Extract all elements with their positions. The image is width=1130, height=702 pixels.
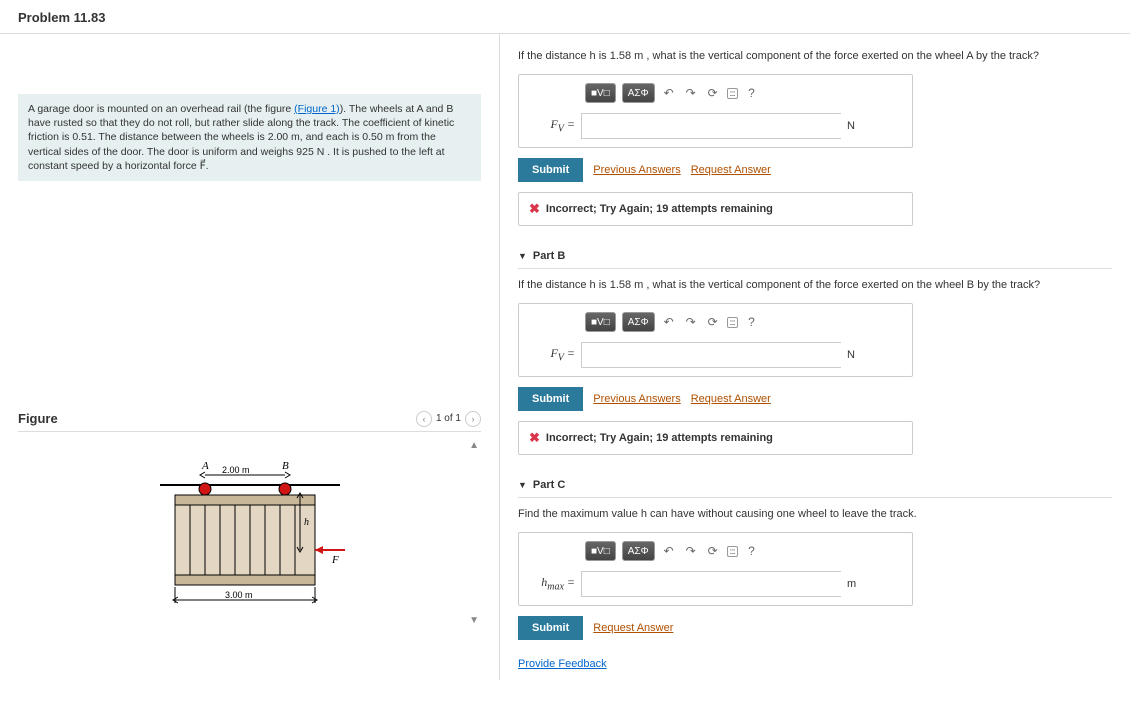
partA-question: If the distance h is 1.58 m , what is th…	[518, 50, 1112, 62]
reset-icon[interactable]: ⟳	[705, 85, 721, 101]
incorrect-icon: ✖	[529, 201, 540, 217]
help-icon[interactable]: ?	[744, 543, 760, 559]
incorrect-icon: ✖	[529, 430, 540, 446]
keyboard-icon[interactable]: ::::	[727, 317, 738, 328]
svg-text:F: F	[331, 554, 339, 566]
partA-unit: N	[847, 120, 865, 132]
provide-feedback-link[interactable]: Provide Feedback	[518, 658, 607, 670]
caret-down-icon: ▼	[518, 480, 527, 490]
partB-answer-box: ■V□ ΑΣΦ ↶ ↷ ⟳ :::: ? FV = N	[518, 303, 913, 377]
partC-variable: hmax =	[529, 575, 575, 592]
svg-text:B: B	[282, 460, 289, 472]
partC-header[interactable]: ▼ Part C	[518, 479, 1112, 491]
redo-icon[interactable]: ↷	[683, 543, 699, 559]
templates-button[interactable]: ■V□	[585, 83, 616, 103]
figure-prev-button[interactable]: ‹	[416, 411, 432, 427]
right-column: If the distance h is 1.58 m , what is th…	[500, 34, 1130, 680]
partA-answer-box: ■V□ ΑΣΦ ↶ ↷ ⟳ :::: ? FV = N	[518, 74, 913, 148]
partB-previous-answers-link[interactable]: Previous Answers	[593, 393, 680, 405]
scroll-down-icon[interactable]: ▼	[469, 615, 479, 626]
partC-request-answer-link[interactable]: Request Answer	[593, 622, 673, 634]
partA-variable: FV =	[529, 117, 575, 134]
redo-icon[interactable]: ↷	[683, 85, 699, 101]
partA-request-answer-link[interactable]: Request Answer	[691, 164, 771, 176]
partA-feedback: ✖ Incorrect; Try Again; 19 attempts rema…	[518, 192, 913, 226]
svg-text:2.00 m: 2.00 m	[222, 465, 250, 475]
problem-text-1: A garage door is mounted on an overhead …	[28, 103, 294, 115]
partB-question: If the distance h is 1.58 m , what is th…	[518, 279, 1112, 291]
templates-button[interactable]: ■V□	[585, 541, 616, 561]
partB-variable: FV =	[529, 346, 575, 363]
keyboard-icon[interactable]: ::::	[727, 546, 738, 557]
partC-toolbar: ■V□ ΑΣΦ ↶ ↷ ⟳ :::: ?	[529, 541, 902, 561]
partC-question: Find the maximum value h can have withou…	[518, 508, 1112, 520]
figure-title: Figure	[18, 411, 58, 426]
reset-icon[interactable]: ⟳	[705, 543, 721, 559]
partB-feedback-text: Incorrect; Try Again; 19 attempts remain…	[546, 432, 773, 444]
figure-nav: ‹ 1 of 1 ›	[416, 411, 481, 427]
partC-unit: m	[847, 578, 865, 590]
greek-button[interactable]: ΑΣΦ	[622, 312, 655, 332]
partC-title: Part C	[533, 479, 565, 491]
figure-counter: 1 of 1	[436, 413, 461, 424]
keyboard-icon[interactable]: ::::	[727, 88, 738, 99]
problem-title: Problem 11.83	[18, 10, 1112, 25]
partB-title: Part B	[533, 250, 565, 262]
figure-image: A B 2.00 m h F	[18, 451, 481, 615]
partC-input[interactable]	[581, 571, 841, 597]
figure-next-button[interactable]: ›	[465, 411, 481, 427]
undo-icon[interactable]: ↶	[661, 314, 677, 330]
undo-icon[interactable]: ↶	[661, 85, 677, 101]
partA-toolbar: ■V□ ΑΣΦ ↶ ↷ ⟳ :::: ?	[529, 83, 902, 103]
templates-button[interactable]: ■V□	[585, 312, 616, 332]
partB-header[interactable]: ▼ Part B	[518, 250, 1112, 262]
partB-input[interactable]	[581, 342, 841, 368]
partA-input[interactable]	[581, 113, 841, 139]
undo-icon[interactable]: ↶	[661, 543, 677, 559]
partA-previous-answers-link[interactable]: Previous Answers	[593, 164, 680, 176]
svg-text:3.00 m: 3.00 m	[225, 590, 253, 600]
left-column: A garage door is mounted on an overhead …	[0, 34, 500, 680]
partB-unit: N	[847, 349, 865, 361]
partB-toolbar: ■V□ ΑΣΦ ↶ ↷ ⟳ :::: ?	[529, 312, 902, 332]
partA-feedback-text: Incorrect; Try Again; 19 attempts remain…	[546, 203, 773, 215]
partC-submit-button[interactable]: Submit	[518, 616, 583, 640]
figure-link[interactable]: (Figure 1)	[294, 103, 340, 115]
svg-text:A: A	[201, 460, 209, 472]
partB-feedback: ✖ Incorrect; Try Again; 19 attempts rema…	[518, 421, 913, 455]
partB-request-answer-link[interactable]: Request Answer	[691, 393, 771, 405]
scroll-up-icon[interactable]: ▲	[469, 440, 479, 451]
caret-down-icon: ▼	[518, 251, 527, 261]
partB-submit-button[interactable]: Submit	[518, 387, 583, 411]
greek-button[interactable]: ΑΣΦ	[622, 541, 655, 561]
help-icon[interactable]: ?	[744, 85, 760, 101]
redo-icon[interactable]: ↷	[683, 314, 699, 330]
reset-icon[interactable]: ⟳	[705, 314, 721, 330]
partC-answer-box: ■V□ ΑΣΦ ↶ ↷ ⟳ :::: ? hmax = m	[518, 532, 913, 606]
problem-statement: A garage door is mounted on an overhead …	[18, 94, 481, 181]
figure-section: Figure ‹ 1 of 1 › ▲	[0, 411, 499, 626]
help-icon[interactable]: ?	[744, 314, 760, 330]
greek-button[interactable]: ΑΣΦ	[622, 83, 655, 103]
page-header: Problem 11.83	[0, 0, 1130, 34]
partA-submit-button[interactable]: Submit	[518, 158, 583, 182]
svg-text:h: h	[304, 517, 309, 528]
